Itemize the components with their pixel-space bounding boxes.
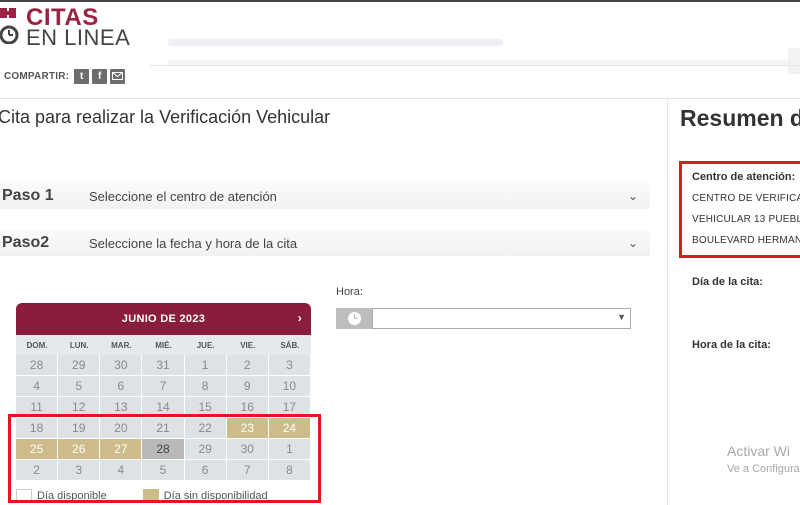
calendar-day[interactable]: 4 (16, 376, 59, 397)
calendar-day[interactable]: 6 (100, 376, 143, 397)
calendar-day[interactable]: 8 (184, 376, 227, 397)
email-icon[interactable] (110, 68, 126, 84)
activation-watermark: Activar Wi (727, 443, 790, 459)
clock-button[interactable] (336, 308, 372, 329)
share-bar: COMPARTIR: t f (4, 67, 128, 85)
twitter-icon[interactable]: t (74, 68, 90, 84)
citas-en-linea-logo[interactable]: CITAS EN LINEA (0, 4, 140, 50)
weekday-label: JUE. (196, 340, 215, 350)
window-top-border (0, 0, 800, 2)
calendar-day[interactable]: 9 (226, 376, 269, 397)
summary-title: Resumen d (680, 105, 800, 131)
content-divider (0, 98, 800, 99)
logo-mark-icon (0, 8, 19, 44)
summary-time-label: Hora de la cita: (692, 339, 771, 351)
chevron-down-icon[interactable]: ⌄ (628, 189, 650, 203)
summary-date-label: Día de la cita: (692, 276, 763, 288)
calendar-day[interactable]: 31 (142, 355, 185, 376)
chevron-down-icon[interactable]: ⌄ (628, 236, 650, 250)
envelope-shape (112, 72, 124, 80)
weekday-label: LUN. (69, 340, 89, 350)
weekday-label: MAR. (111, 340, 132, 350)
calendar-weekday-row: DOM. LUN. MAR. MIÉ. JUE. VIE. SÁB. (16, 335, 311, 355)
step-number: Paso2 (2, 234, 50, 251)
calendar-day[interactable]: 1 (184, 355, 227, 376)
step-description: Seleccione la fecha y hora de la cita (89, 235, 298, 251)
clock-icon (347, 312, 361, 325)
header-blurred-text (168, 39, 503, 46)
step-2-accordion[interactable]: Paso2 Seleccione la fecha y hora de la c… (0, 230, 650, 256)
calendar-day[interactable]: 29 (58, 355, 101, 376)
weekday-label: DOM. (26, 340, 48, 350)
calendar-highlight-box (8, 414, 321, 503)
activation-watermark-sub: Ve a Configura (727, 463, 800, 475)
step-1-accordion[interactable]: Paso 1 Seleccione el centro de atención … (0, 183, 650, 209)
facebook-icon[interactable]: f (92, 68, 108, 84)
summary-center-line: CENTRO DE VERIFICA (692, 193, 800, 204)
hora-select[interactable]: ▼ (372, 308, 631, 329)
step-description: Seleccione el centro de atención (89, 188, 277, 204)
calendar-day[interactable]: 5 (58, 376, 101, 397)
header-right-element (788, 48, 800, 74)
logo-subtitle: EN LINEA (26, 25, 131, 50)
weekday-label: SÁB. (280, 340, 300, 350)
next-month-button[interactable]: › (298, 311, 302, 325)
calendar-day[interactable]: 3 (268, 355, 311, 376)
header-divider (150, 65, 800, 66)
calendar-day[interactable]: 10 (268, 376, 311, 397)
calendar-day[interactable]: 28 (16, 355, 59, 376)
page-title: Cita para realizar la Verificación Vehic… (0, 107, 331, 127)
share-label: COMPARTIR: (4, 70, 70, 82)
summary-center-label: Centro de atención: (692, 171, 796, 183)
calendar-header: JUNIO DE 2023 › (16, 303, 311, 335)
hora-label: Hora: (336, 286, 363, 298)
summary-center-line: VEHICULAR 13 PUEBLA (692, 214, 800, 225)
select-arrow-icon[interactable]: ▼ (617, 312, 626, 322)
step-number: Paso 1 (2, 187, 54, 204)
calendar-day[interactable]: 2 (226, 355, 269, 376)
weekday-label: MIÉ. (155, 340, 172, 350)
weekday-label: VIE. (240, 340, 256, 350)
summary-center-line: BOULEVARD HERMAN (692, 235, 800, 246)
calendar-day[interactable]: 30 (100, 355, 143, 376)
calendar-month-label: JUNIO DE 2023 (121, 313, 206, 325)
calendar-day[interactable]: 7 (142, 376, 185, 397)
column-divider (667, 99, 668, 505)
